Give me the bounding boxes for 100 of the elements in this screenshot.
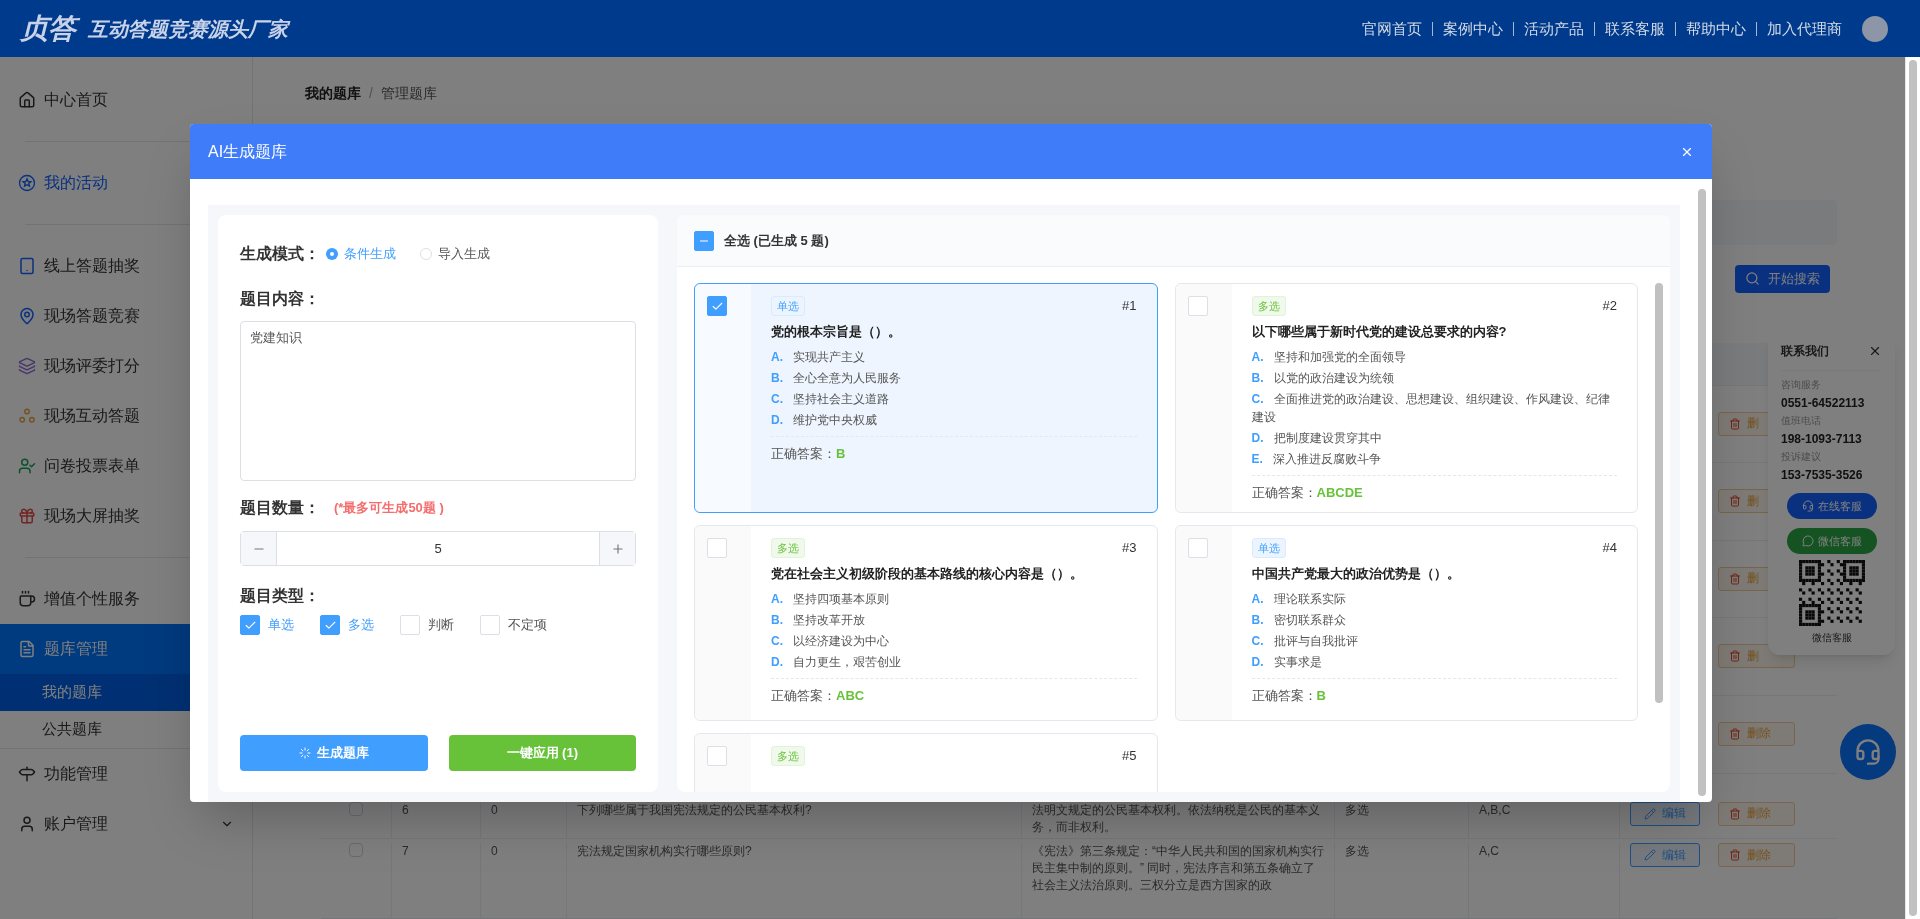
table-cell: 多选 (1345, 802, 1369, 817)
answer-option: C. 全面推进党的政治建设、思想建设、组织建设、作风建设、纪律建设 (1251, 389, 1617, 426)
headset-icon (1854, 738, 1882, 766)
checkbox-label[interactable]: 判断 (428, 615, 454, 635)
answer-option: C. 批评与自我批评 (1251, 631, 1617, 650)
trash-icon (1729, 495, 1741, 508)
breadcrumb-current: 管理题库 (380, 83, 437, 103)
signpost-icon (18, 765, 36, 783)
type-tag: 多选 (771, 746, 805, 766)
online-service-button[interactable]: 在线客服 (1786, 493, 1877, 519)
checkbox-label[interactable]: 单选 (268, 615, 294, 635)
layers-icon (18, 357, 36, 375)
close-icon[interactable] (1868, 344, 1882, 358)
nav-link[interactable]: 帮助中心 (1675, 21, 1756, 36)
field-label: 生成模式： (240, 244, 320, 264)
radio-option[interactable]: 导入生成 (420, 244, 490, 264)
qr-caption: 微信客服 (1810, 631, 1853, 645)
answer-option: D. 把制度建设贯穿其中 (1251, 428, 1617, 447)
answer-option: D. 维护党中央权威 (771, 410, 1137, 429)
field-label: 题目类型： (240, 586, 321, 606)
scrollbar[interactable] (1698, 189, 1706, 796)
table-cell: 0 (491, 844, 498, 859)
correct-answer: ABC (836, 686, 865, 705)
map-pin-icon (18, 307, 36, 325)
select-all-label[interactable]: 全选 (已生成 5 题) (724, 230, 829, 251)
question-number: #3 (1122, 539, 1137, 557)
cup-icon (18, 590, 36, 608)
answer-label: 正确答案： (1251, 483, 1317, 502)
question-card[interactable]: 单选 #4 中国共产党最大的政治优势是（）。 A. 理论联系实际 B. 密切联系群众 C. 批评与自我批评 D. 实事求是 正确答案：B (1174, 525, 1638, 721)
wechat-service-button[interactable]: 微信客服 (1786, 528, 1877, 554)
answer-option: B. 坚持改革开放 (771, 610, 1137, 629)
panel-title: 联系我们 (1781, 343, 1829, 360)
number-stepper[interactable]: 5 (240, 531, 636, 566)
answer-label: 正确答案： (771, 686, 836, 705)
answer-option: A. 坚持和加强党的全面领导 (1251, 347, 1617, 366)
logo[interactable]: 贞答 (18, 8, 82, 49)
checkbox[interactable] (707, 296, 727, 316)
sidebar-item[interactable]: 中心首页 (0, 75, 252, 125)
count-value: 5 (433, 539, 443, 558)
trash-icon (1729, 728, 1741, 740)
person-icon (18, 815, 36, 833)
tablet-icon (18, 257, 36, 275)
question-number: #4 (1602, 539, 1617, 557)
pencil-icon (1644, 849, 1656, 862)
correct-answer: ABCDE (1316, 483, 1363, 502)
home-icon (18, 91, 36, 109)
trash-icon (1729, 417, 1741, 430)
type-tag: 单选 (1251, 538, 1286, 558)
breadcrumb-link[interactable]: 我的题库 (305, 82, 361, 104)
answer-option: E. 深入推进反腐败斗争 (1251, 449, 1617, 468)
answer-option: D. 实事求是 (1251, 652, 1617, 671)
answer-label: 正确答案： (771, 444, 836, 463)
generate-button[interactable]: 生成题库 (240, 735, 428, 771)
row-checkbox[interactable] (349, 843, 363, 858)
nav-link[interactable]: 活动产品 (1513, 21, 1594, 36)
trash-icon (1729, 807, 1741, 820)
table-cell: A,B,C (1479, 802, 1511, 817)
question-card[interactable]: 多选 #2 以下哪些属于新时代党的建设总要求的内容? A. 坚持和加强党的全面领导 B. 以党的政治建设为统领 C. 全面推进党的政治建设、思想建设、组织建设、作风建设、纪律建设 D. 把制度建设贯穿其中 E. 深入推进反腐败斗争 正确答案：ABCDE (1174, 283, 1638, 513)
nav-link[interactable]: 联系客服 (1594, 21, 1675, 36)
radio-option[interactable]: 条件生成 (326, 244, 396, 264)
question-card[interactable]: 单选 #1 党的根本宗旨是（）。 A. 实现共产主义 B. 全心全意为人民服务 C. 坚持社会主义道路 D. 维护党中央权威 正确答案：B (694, 283, 1158, 513)
search-icon (1745, 271, 1760, 287)
question-text: 中国共产党最大的政治优势是（）。 (1251, 565, 1461, 583)
chat-bubble-icon (1801, 535, 1814, 547)
trash-icon (1729, 849, 1741, 862)
answer-option: A. 实现共产主义 (771, 347, 1137, 366)
sidebar-group[interactable]: 账户管理 (0, 799, 252, 849)
person-check-icon (18, 457, 36, 475)
table-cell: 6 (402, 802, 409, 817)
star-circle-icon (18, 174, 36, 192)
question-card[interactable]: 多选 #5 (694, 733, 1158, 792)
table-cell: 0 (491, 802, 498, 817)
content-input[interactable]: 党建知识 (240, 321, 636, 481)
table-cell: 宪法规定国家机构实行哪些原则? (577, 844, 752, 859)
search-button[interactable]: 开始搜索 (1735, 264, 1830, 293)
checkbox[interactable] (694, 230, 714, 251)
checkbox[interactable] (240, 615, 260, 635)
checkbox-label[interactable]: 不定项 (508, 615, 547, 635)
plus-icon[interactable] (610, 541, 625, 556)
question-card[interactable]: 多选 #3 党在社会主义初级阶段的基本路线的核心内容是（）。 A. 坚持四项基本原则 B. 坚持改革开放 C. 以经济建设为中心 D. 自力更生，艰苦创业 正确答案：ABC (694, 525, 1158, 721)
avatar[interactable] (1862, 15, 1888, 42)
table-cell: 7 (402, 844, 409, 859)
phone-number: 0551-64522113 (1781, 395, 1866, 412)
type-tag: 多选 (771, 538, 805, 558)
nav-link[interactable]: 案例中心 (1432, 21, 1513, 36)
gift-icon (18, 507, 36, 525)
answer-option: C. 以经济建设为中心 (771, 631, 1137, 650)
answer-option: B. 全心全意为人民服务 (771, 368, 1137, 387)
table-cell: 下列哪些属于我国宪法规定的公民基本权利? (577, 802, 812, 817)
page-scrollbar[interactable] (1905, 57, 1920, 919)
correct-answer: B (836, 444, 846, 463)
nav-link[interactable]: 官网首页 (1352, 21, 1432, 36)
nav-link[interactable]: 加入代理商 (1756, 21, 1852, 36)
answer-option: C. 坚持社会主义道路 (771, 389, 1137, 408)
checkbox[interactable] (320, 615, 340, 635)
answer-option: B. 以党的政治建设为统领 (1251, 368, 1617, 387)
answer-option: D. 自力更生，艰苦创业 (771, 652, 1137, 671)
three-circles-icon (18, 407, 36, 425)
checkbox-label[interactable]: 多选 (348, 615, 374, 635)
pencil-icon (1644, 807, 1656, 820)
